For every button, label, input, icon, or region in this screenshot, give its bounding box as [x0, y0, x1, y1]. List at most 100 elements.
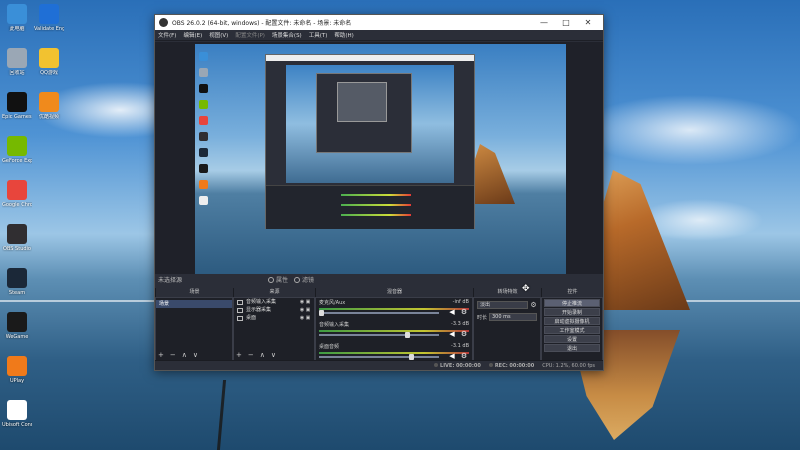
- transitions-title: 转场特效: [473, 288, 541, 297]
- desktop-icon[interactable]: GeForce Experience: [2, 136, 32, 164]
- desktop-icon-label: Steam: [8, 290, 26, 296]
- validate-icon: [39, 4, 59, 24]
- speaker-icon[interactable]: ◀: [448, 330, 456, 338]
- lock-icon[interactable]: ▣: [305, 314, 311, 322]
- gear-icon[interactable]: ⚙: [460, 330, 468, 338]
- desktop-icon-label: Google Chrome: [2, 202, 32, 208]
- desktop-icon[interactable]: 此电脑: [2, 4, 32, 32]
- source-item[interactable]: 桌面 ◉ ▣: [234, 314, 314, 322]
- desktop-icon[interactable]: Epic Games Launcher: [2, 92, 32, 120]
- maximize-icon[interactable]: □: [555, 18, 577, 27]
- control-button[interactable]: 开始录制: [544, 308, 600, 316]
- add-icon[interactable]: +: [236, 351, 242, 359]
- menu-item[interactable]: 编辑(E): [183, 31, 202, 39]
- preview-area[interactable]: [155, 42, 603, 274]
- duration-input[interactable]: 300 ms: [489, 313, 537, 321]
- minimize-icon[interactable]: —: [533, 18, 555, 27]
- desktop-icon-label: 回收站: [9, 70, 25, 76]
- volume-slider[interactable]: [319, 332, 439, 338]
- lock-icon[interactable]: ▣: [305, 298, 311, 306]
- desktop-icon[interactable]: 优酷视频: [34, 92, 64, 120]
- control-button[interactable]: 启动虚拟摄像机: [544, 317, 600, 325]
- lock-icon[interactable]: ▣: [305, 306, 311, 314]
- source-item[interactable]: 显示器采集 ◉ ▣: [234, 306, 314, 314]
- remove-icon[interactable]: −: [248, 351, 254, 359]
- scene-item[interactable]: 场景: [156, 300, 232, 308]
- control-button[interactable]: 工作室模式: [544, 326, 600, 334]
- gear-icon: [268, 276, 274, 283]
- youku-icon: [39, 92, 59, 112]
- volume-slider-handle[interactable]: [405, 332, 410, 338]
- desktop-icon-label: GeForce Experience: [2, 158, 32, 164]
- duration-label: 时长: [477, 314, 488, 321]
- track-icons: ◀ ⚙: [444, 330, 468, 338]
- speaker-icon[interactable]: ◀: [448, 352, 456, 360]
- desktop-icon[interactable]: Google Chrome: [2, 180, 32, 208]
- uplay-icon: [7, 356, 27, 376]
- gear-icon[interactable]: ⚙: [460, 352, 468, 360]
- preview-canvas[interactable]: [195, 44, 566, 274]
- geforce-icon: [7, 136, 27, 156]
- gear-icon[interactable]: ⚙: [460, 308, 468, 316]
- menu-item[interactable]: 场景集合(S): [272, 31, 302, 39]
- window-title: OBS 26.0.2 (64-bit, windows) - 配置文件: 未命名…: [172, 20, 352, 27]
- desktop-icon[interactable]: OBS Studio: [2, 224, 32, 252]
- scenes-title: 场景: [155, 288, 233, 297]
- controls-title: 控件: [541, 288, 603, 297]
- filter-icon: [294, 276, 301, 283]
- mixer-title: 混音器: [315, 288, 473, 297]
- menu-item[interactable]: 工具(T): [309, 31, 328, 39]
- track-name: 桌面音频: [319, 344, 340, 350]
- desktop-icon[interactable]: Ubisoft Connect: [2, 400, 32, 428]
- track-db: -3.3 dB: [451, 321, 469, 327]
- track-name: 音频输入采集: [319, 322, 350, 328]
- volume-slider[interactable]: [319, 354, 439, 360]
- control-list: 停止推流 开始录制 启动虚拟摄像机 工作室模式 设置 退出: [542, 299, 602, 352]
- dock-headers: 场景 来源 混音器 转场特效 控件: [155, 288, 603, 297]
- desktop-icon[interactable]: Steam: [2, 268, 32, 296]
- control-button[interactable]: 停止推流: [544, 299, 600, 307]
- track-icons: ◀ ⚙: [444, 352, 468, 360]
- no-source-label: 未选择源: [158, 277, 183, 284]
- recycle-bin-icon: [7, 48, 27, 68]
- desktop-icon[interactable]: Validate Engine: [34, 4, 64, 32]
- control-button[interactable]: 设置: [544, 335, 600, 343]
- desktop-icon-label: 优酷视频: [38, 114, 59, 120]
- desktop-icon-label: OBS Studio: [3, 246, 31, 252]
- desktop-icon[interactable]: QQ游戏: [34, 48, 64, 76]
- move-up-icon[interactable]: ∧: [182, 351, 187, 359]
- menu-item[interactable]: 视图(V): [209, 31, 228, 39]
- volume-slider[interactable]: [319, 310, 439, 316]
- filters-button[interactable]: 滤镜: [294, 275, 314, 284]
- menu-item[interactable]: 文件(F): [158, 31, 176, 39]
- transition-select[interactable]: 淡出: [477, 301, 528, 309]
- steam-icon: [7, 268, 27, 288]
- title-bar[interactable]: OBS 26.0.2 (64-bit, windows) - 配置文件: 未命名…: [155, 15, 603, 30]
- menu-item[interactable]: 帮助(H): [334, 31, 353, 39]
- add-icon[interactable]: +: [158, 351, 164, 359]
- remove-icon[interactable]: −: [170, 351, 176, 359]
- mixer-list: 麦克风/Aux -inf dB ◀ ⚙ 音频输入采集 -3.3 dB ◀ ⚙ 桌面音频 -3.1 …: [316, 298, 472, 364]
- move-down-icon[interactable]: ∨: [193, 351, 198, 359]
- properties-button[interactable]: 属性: [268, 275, 288, 284]
- track-header: 音频输入采集 -3.3 dB: [319, 321, 469, 328]
- add-transition-icon[interactable]: ⚙: [530, 301, 537, 309]
- mouse-cursor-icon: ✥: [522, 284, 530, 294]
- volume-slider-handle[interactable]: [319, 310, 324, 316]
- desktop-icon-label: Validate Engine: [34, 26, 64, 32]
- desktop-icon[interactable]: 回收站: [2, 48, 32, 76]
- menu-item[interactable]: 配置文件(P): [235, 31, 265, 39]
- close-icon[interactable]: ✕: [577, 18, 599, 27]
- live-label: LIVE:: [440, 362, 455, 369]
- control-button[interactable]: 退出: [544, 344, 600, 352]
- track-db: -inf dB: [452, 299, 469, 305]
- desktop-icon[interactable]: WeGame: [2, 312, 32, 340]
- obs-window[interactable]: OBS 26.0.2 (64-bit, windows) - 配置文件: 未命名…: [154, 14, 604, 371]
- source-item[interactable]: 音频输入采集 ◉ ▣: [234, 298, 314, 306]
- speaker-icon[interactable]: ◀: [448, 308, 456, 316]
- move-down-icon[interactable]: ∨: [271, 351, 276, 359]
- desktop-icon[interactable]: UPlay: [2, 356, 32, 384]
- move-up-icon[interactable]: ∧: [260, 351, 265, 359]
- source-name: 显示器采集: [246, 307, 272, 313]
- scene-list: 场景: [156, 300, 232, 308]
